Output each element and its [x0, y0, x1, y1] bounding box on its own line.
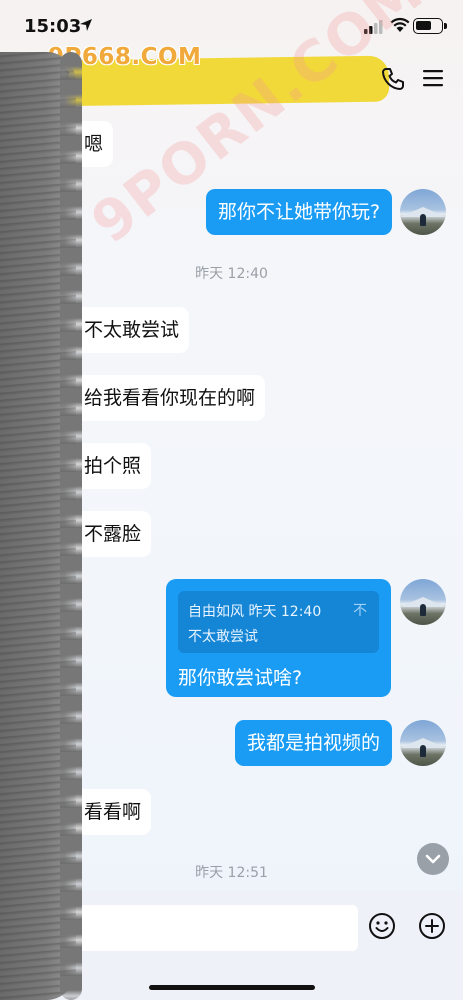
message-incoming[interactable]: 不露脸: [74, 511, 152, 557]
avatar[interactable]: [400, 579, 446, 625]
quote-sender: 自由如风: [188, 604, 244, 620]
message-incoming[interactable]: 拍个照: [74, 443, 152, 489]
home-indicator: [149, 985, 315, 990]
message-incoming[interactable]: 给我看看你现在的啊: [74, 375, 266, 421]
chevron-down-icon: [425, 854, 441, 864]
hamburger-menu-icon[interactable]: [422, 68, 444, 88]
message-outgoing-quote[interactable]: 自由如风 昨天 12:40 不 不太敢尝试 那你敢尝试啥?: [166, 579, 391, 697]
message-incoming[interactable]: 看看啊: [74, 789, 152, 835]
message-text: 那你敢尝试啥?: [178, 667, 303, 689]
quote-header: 自由如风 昨天 12:40: [188, 601, 321, 621]
plus-circle-icon[interactable]: [418, 912, 446, 940]
quote-text: 不太敢尝试: [188, 629, 258, 645]
message-incoming[interactable]: 不太敢尝试: [74, 307, 190, 353]
status-time: 15:03: [24, 16, 82, 37]
phone-icon[interactable]: [380, 66, 406, 92]
smiley-icon[interactable]: [368, 912, 396, 940]
quoted-message[interactable]: 自由如风 昨天 12:40 不 不太敢尝试: [178, 591, 379, 653]
avatar[interactable]: [400, 720, 446, 766]
redaction-scribble-edge: [60, 52, 82, 1000]
message-input[interactable]: [62, 905, 358, 951]
scroll-to-bottom-button[interactable]: [417, 843, 449, 875]
message-outgoing[interactable]: 那你不让她带你玩?: [206, 189, 393, 235]
avatar[interactable]: [400, 189, 446, 235]
message-outgoing[interactable]: 我都是拍视频的: [235, 720, 393, 766]
quote-time: 昨天 12:40: [248, 604, 322, 620]
location-arrow-icon: [80, 19, 92, 31]
quote-tag: 不: [353, 603, 367, 619]
